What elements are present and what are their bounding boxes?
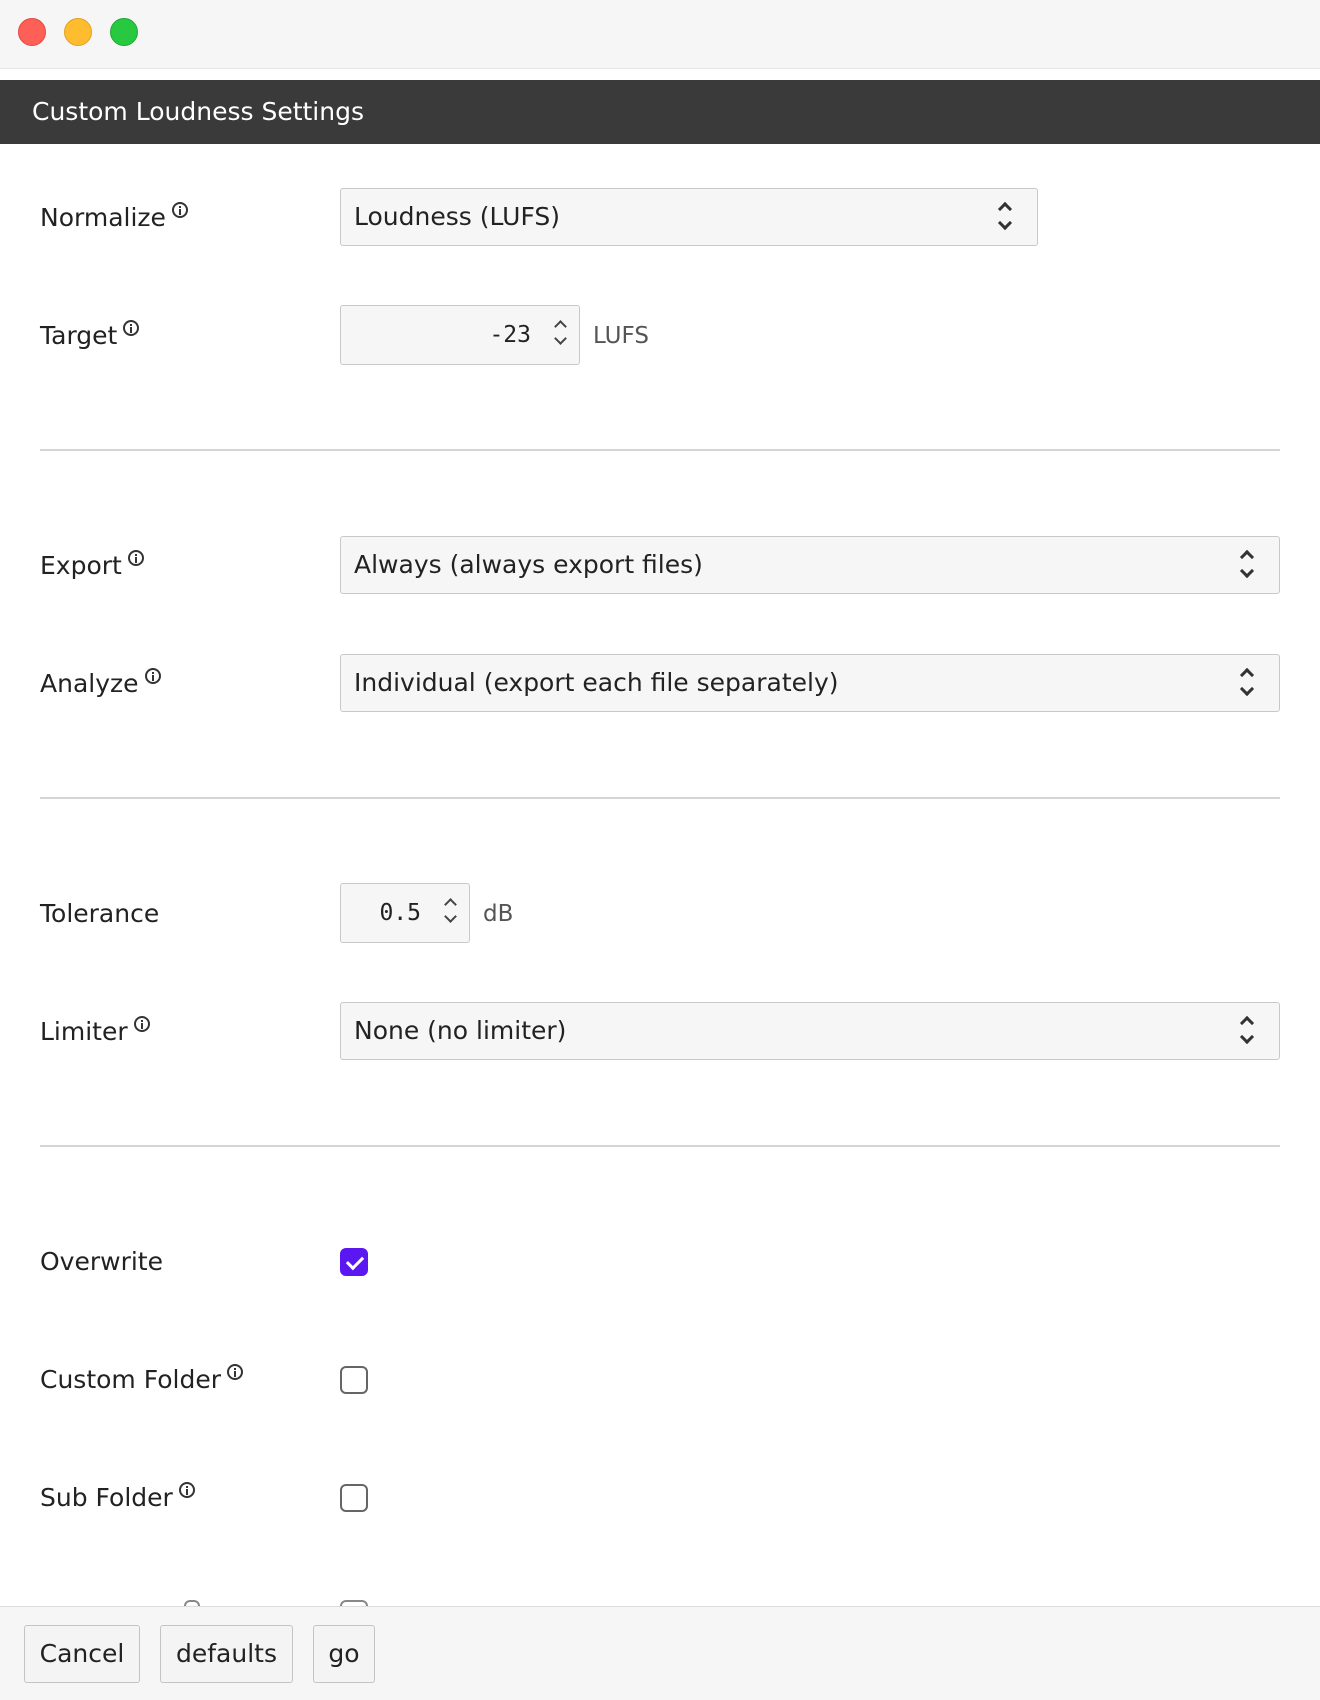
up-down-chevron-icon [1239,665,1257,703]
target-unit: LUFS [593,323,649,349]
sub-folder-checkbox[interactable] [340,1484,368,1512]
go-button[interactable]: go [313,1625,375,1683]
tolerance-value[interactable]: 0.5 [341,884,421,942]
section-divider [40,1145,1280,1147]
settings-window: Custom Loudness Settings Normalize Loudn… [0,0,1320,1700]
custom-folder-row: Custom Folder [40,1350,1280,1410]
target-row: Target -23 LUFS [40,305,1280,366]
minimize-window-button[interactable] [64,18,92,46]
target-stepper[interactable]: -23 [340,305,580,365]
limiter-select-value: None (no limiter) [354,1016,567,1045]
info-icon[interactable] [171,202,188,218]
normalize-label: Normalize [40,203,166,232]
limiter-select[interactable]: None (no limiter) [340,1002,1280,1060]
analyze-label: Analyze [40,669,139,698]
analyze-row: Analyze Individual (export each file sep… [40,654,1280,714]
export-select[interactable]: Always (always export files) [340,536,1280,594]
info-icon[interactable] [123,320,140,336]
analyze-label-wrap: Analyze [40,654,161,714]
tolerance-label: Tolerance [40,899,160,928]
info-icon[interactable] [144,668,161,684]
export-row: Export Always (always export files) [40,536,1280,596]
sub-folder-label: Sub Folder [40,1483,173,1512]
title-bar [0,0,1320,69]
custom-folder-checkbox[interactable] [340,1366,368,1394]
analyze-select[interactable]: Individual (export each file separately) [340,654,1280,712]
info-icon[interactable] [226,1364,243,1380]
export-label-wrap: Export [40,536,144,596]
target-label-wrap: Target [40,306,140,366]
normalize-label-wrap: Normalize [40,188,188,248]
info-icon[interactable] [178,1482,195,1498]
partial-row [40,1596,1280,1606]
limiter-label-wrap: Limiter [40,1002,150,1062]
footer-bar: Cancel defaults go [0,1606,1320,1700]
overwrite-row: Overwrite [40,1232,1280,1292]
normalize-select-value: Loudness (LUFS) [354,202,561,231]
tolerance-row: Tolerance 0.5 dB [40,883,1280,944]
custom-folder-label-wrap: Custom Folder [40,1350,243,1410]
up-down-chevron-icon [997,199,1015,237]
defaults-button[interactable]: defaults [160,1625,293,1683]
zoom-window-button[interactable] [110,18,138,46]
export-select-value: Always (always export files) [354,550,703,579]
overwrite-label: Overwrite [40,1247,163,1276]
tolerance-stepper[interactable]: 0.5 [340,883,470,943]
sub-folder-label-wrap: Sub Folder [40,1468,195,1528]
close-window-button[interactable] [18,18,46,46]
info-icon[interactable] [127,550,144,566]
cancel-button[interactable]: Cancel [24,1625,140,1683]
sub-folder-row: Sub Folder [40,1468,1280,1528]
normalize-select[interactable]: Loudness (LUFS) [340,188,1038,246]
analyze-select-value: Individual (export each file separately) [354,668,839,697]
normalize-row: Normalize Loudness (LUFS) [40,188,1280,248]
info-icon[interactable] [133,1016,150,1032]
up-down-chevron-icon [1239,1013,1257,1051]
section-divider [40,449,1280,451]
custom-folder-label: Custom Folder [40,1365,221,1394]
export-label: Export [40,551,122,580]
stepper-arrows-icon[interactable] [553,318,569,352]
stepper-arrows-icon[interactable] [443,896,459,930]
target-label: Target [40,321,118,350]
up-down-chevron-icon [1239,547,1257,585]
limiter-row: Limiter None (no limiter) [40,1002,1280,1062]
overwrite-checkbox[interactable] [340,1248,368,1276]
section-divider [40,797,1280,799]
limiter-label: Limiter [40,1017,128,1046]
page-title: Custom Loudness Settings [0,80,1320,144]
target-value[interactable]: -23 [341,306,531,364]
tolerance-unit: dB [483,901,514,927]
